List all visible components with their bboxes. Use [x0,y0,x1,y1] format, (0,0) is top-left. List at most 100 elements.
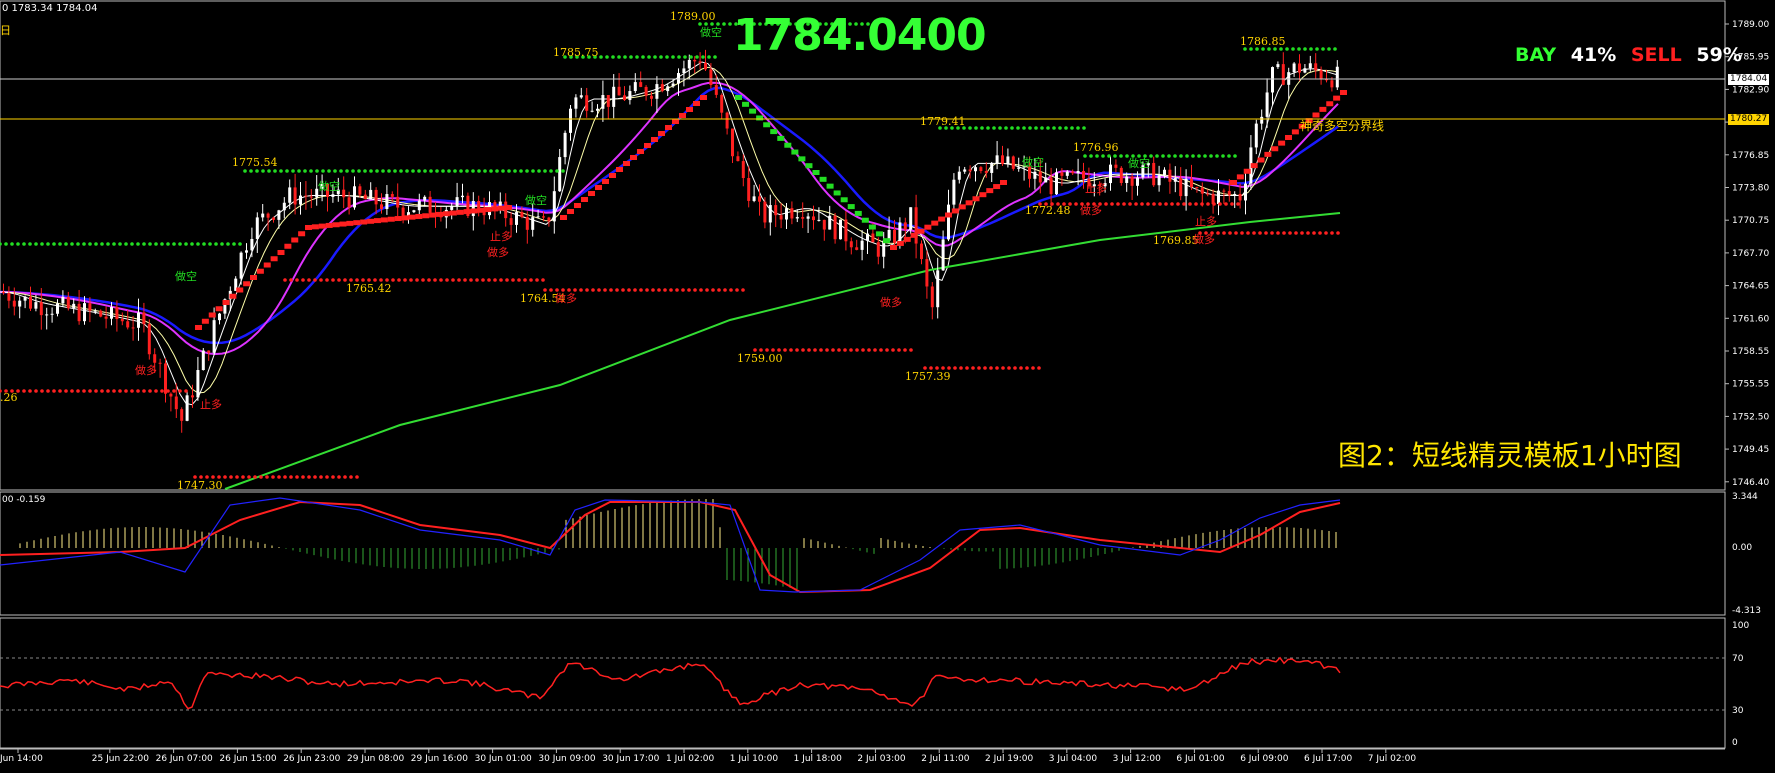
level-dot [483,169,487,173]
level-dot [58,242,62,246]
level-dot [273,169,277,173]
ma-green-line [224,212,1341,490]
candle-body [191,395,194,398]
level-dot [873,348,877,352]
trend-step [305,225,312,230]
candle-body [1190,178,1193,188]
candle-body [547,217,551,222]
candle-body [1265,92,1269,117]
trend-step [868,224,876,230]
level-dot [1082,126,1086,130]
level-dot [349,475,353,479]
trend-step [910,232,918,238]
candle-body [174,396,178,410]
time-axis-tick: 1 Jul 18:00 [794,754,843,764]
level-dot [989,366,993,370]
price-level-label: 1776.96 [1073,141,1119,154]
candle-body [380,204,383,209]
level-dot [70,242,74,246]
candle-body [693,59,697,62]
level-dot [421,278,425,282]
price-axis-tick: 1773.80 [1732,184,1769,194]
candle-body [779,215,783,220]
level-dot [579,288,583,292]
level-dot [1185,154,1189,158]
level-dot [1070,126,1074,130]
level-dot [283,475,287,479]
rsi-axis-tick: 70 [1732,654,1744,664]
candle-body [720,94,724,113]
level-dot [202,242,206,246]
price-chart[interactable]: 1789.001785.951782.901779.851776.851773.… [0,0,1775,773]
trend-step [979,192,987,198]
level-dot [1134,202,1138,206]
trend-step [770,129,778,135]
candle-body [412,210,416,213]
time-axis-tick: 30 Jun 17:00 [602,754,659,764]
candle-body [542,216,545,218]
candle-body [817,219,821,221]
level-dot [409,278,413,282]
price-level-label: 1769.85 [1153,234,1199,247]
trend-step [1230,180,1237,185]
current-price-tag: 1784.04 [1728,74,1770,85]
candle-body [731,128,734,157]
level-dot [605,55,609,59]
candle-body [34,302,38,309]
level-dot [339,169,343,173]
level-dot [711,288,715,292]
level-dot [523,278,527,282]
level-dot [337,278,341,282]
level-dot [789,348,793,352]
trend-step [195,325,202,330]
candle-body [995,155,999,164]
trend-step [854,210,862,216]
candle-body [1038,171,1042,183]
level-dot [741,288,745,292]
level-dot [295,278,299,282]
level-dot [986,126,990,130]
trend-step [672,119,679,124]
stop-long-label: 止多 [1195,214,1217,228]
candle-body [957,171,961,180]
level-dot [543,169,547,173]
candle-body [984,170,988,173]
time-axis-tick: 6 Jul 09:00 [1240,754,1289,764]
level-dot [837,348,841,352]
trend-step [847,204,855,210]
trend-step [1312,112,1320,118]
trend-step [938,216,946,222]
level-dot [705,288,709,292]
trend-step [201,318,209,324]
candle-body [369,189,373,200]
candle-body [29,296,32,309]
level-dot [1318,231,1322,235]
time-axis-tick: 30 Jun 01:00 [475,754,532,764]
candle-body [1271,67,1274,93]
level-dot [722,22,726,26]
trend-step [484,207,492,213]
candle-body [871,233,875,243]
candle-body [752,196,756,201]
trend-step [270,256,278,262]
candle-body [390,194,394,197]
level-dot [100,242,104,246]
level-dot [1206,202,1210,206]
candle-body [18,300,22,307]
trend-step [574,203,581,208]
candle-body [93,310,97,312]
level-dot [289,278,293,282]
level-dot [645,288,649,292]
candle-body [212,320,216,353]
candle-body [979,167,983,171]
level-dot [1258,231,1262,235]
level-dot [1031,366,1035,370]
level-dot [1158,202,1162,206]
level-dot [445,278,449,282]
stop-long-label: 止多 [200,397,222,411]
trend-step [1257,157,1265,163]
trend-step [595,185,602,190]
level-dot [1300,231,1304,235]
level-dot [953,366,957,370]
candle-body [682,68,686,74]
